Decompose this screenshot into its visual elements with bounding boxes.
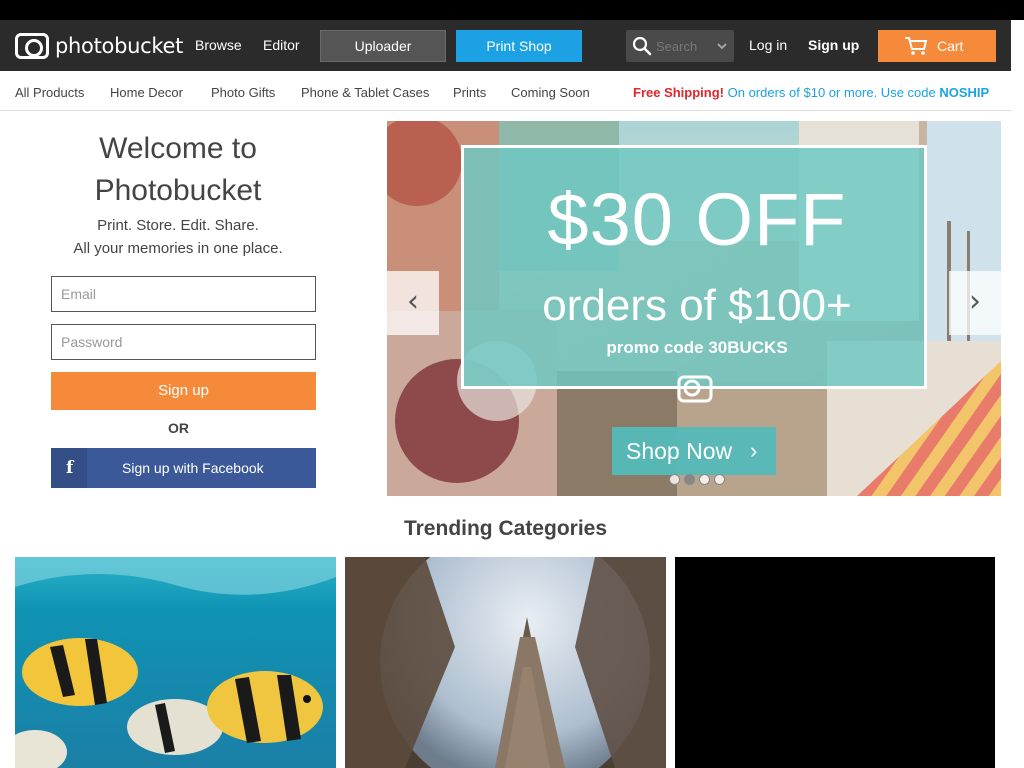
promo-code: NOSHIP <box>939 85 990 100</box>
hero-promo-panel: $30 OFF orders of $100+ promo code 30BUC… <box>461 145 927 389</box>
carousel-next-button[interactable]: › <box>949 271 1001 335</box>
subnav-item-all-products[interactable]: All Products <box>15 85 84 100</box>
welcome-sub-line1: Print. Store. Edit. Share. <box>97 217 259 234</box>
logo-text: photobucket <box>55 34 184 58</box>
login-link[interactable]: Log in <box>749 37 787 53</box>
chevron-down-icon[interactable] <box>716 40 728 52</box>
uploader-button[interactable]: Uploader <box>320 30 446 62</box>
subnav-item-photo-gifts[interactable]: Photo Gifts <box>211 85 275 100</box>
carousel-prev-button[interactable]: ‹ <box>387 271 439 335</box>
cart-button[interactable]: Cart <box>878 30 996 62</box>
city-photo <box>345 557 666 768</box>
welcome-subtitle: Print. Store. Edit. Share. All your memo… <box>40 214 316 260</box>
hero-carousel[interactable]: $30 OFF orders of $100+ promo code 30BUC… <box>387 121 1001 496</box>
search-box[interactable] <box>626 30 734 62</box>
cart-icon <box>905 37 928 55</box>
or-divider: OR <box>168 420 189 436</box>
welcome-title-line1: Welcome to <box>99 132 257 165</box>
carousel-dot-2[interactable] <box>684 474 695 485</box>
trending-categories-title: Trending Categories <box>403 517 608 540</box>
carousel-pagination <box>669 474 725 485</box>
hero-subline: orders of $100+ <box>542 281 852 330</box>
promo-text: On orders of $10 or more. Use code <box>727 85 936 100</box>
category-subnav: All Products Home Decor Photo Gifts Phon… <box>0 71 1011 111</box>
signup-link[interactable]: Sign up <box>808 37 859 53</box>
subnav-item-phone-cases[interactable]: Phone & Tablet Cases <box>301 85 429 100</box>
search-icon[interactable] <box>632 36 652 56</box>
welcome-title: Welcome to Photobucket <box>40 128 316 212</box>
print-shop-button[interactable]: Print Shop <box>456 30 582 62</box>
subnav-item-home-decor[interactable]: Home Decor <box>110 85 183 100</box>
search-input[interactable] <box>656 36 716 56</box>
facebook-icon-box: f <box>51 448 87 488</box>
password-field[interactable] <box>51 324 316 360</box>
facebook-icon: f <box>66 458 74 478</box>
camera-icon <box>15 33 49 59</box>
fish-photo <box>15 557 336 768</box>
signup-button[interactable]: Sign up <box>51 372 316 410</box>
carousel-dot-1[interactable] <box>669 474 680 485</box>
nav-editor[interactable]: Editor <box>263 37 300 53</box>
cart-label: Cart <box>937 38 964 54</box>
hero-headline: $30 OFF <box>547 178 847 261</box>
photobucket-logo[interactable]: photobucket <box>15 32 183 60</box>
chevron-right-icon: › <box>750 438 758 463</box>
facebook-signup-button[interactable]: f Sign up with Facebook <box>51 448 316 488</box>
subnav-item-prints[interactable]: Prints <box>453 85 486 100</box>
carousel-dot-3[interactable] <box>699 474 710 485</box>
facebook-signup-label: Sign up with Facebook <box>122 460 264 476</box>
promo-headline: Free Shipping! <box>633 85 724 100</box>
main-navbar: photobucket Browse Editor Uploader Print… <box>0 20 1011 71</box>
subnav-item-coming-soon[interactable]: Coming Soon <box>511 85 590 100</box>
nav-browse[interactable]: Browse <box>195 37 242 53</box>
photobucket-camera-icon <box>677 375 713 403</box>
trending-tile-city[interactable] <box>345 557 666 768</box>
hero-promo-code: promo code 30BUCKS <box>606 338 788 357</box>
shop-now-label: Shop Now <box>626 438 733 464</box>
trending-tile-fish[interactable] <box>15 557 336 768</box>
carousel-dot-4[interactable] <box>714 474 725 485</box>
welcome-title-line2: Photobucket <box>94 174 262 207</box>
email-field[interactable] <box>51 276 316 312</box>
welcome-sub-line2: All your memories in one place. <box>73 240 283 257</box>
trending-tile-placeholder[interactable] <box>675 557 995 768</box>
top-black-strip <box>0 0 1024 20</box>
shop-now-button[interactable]: Shop Now › <box>612 427 776 475</box>
free-shipping-promo[interactable]: Free Shipping! On orders of $10 or more.… <box>633 85 989 100</box>
